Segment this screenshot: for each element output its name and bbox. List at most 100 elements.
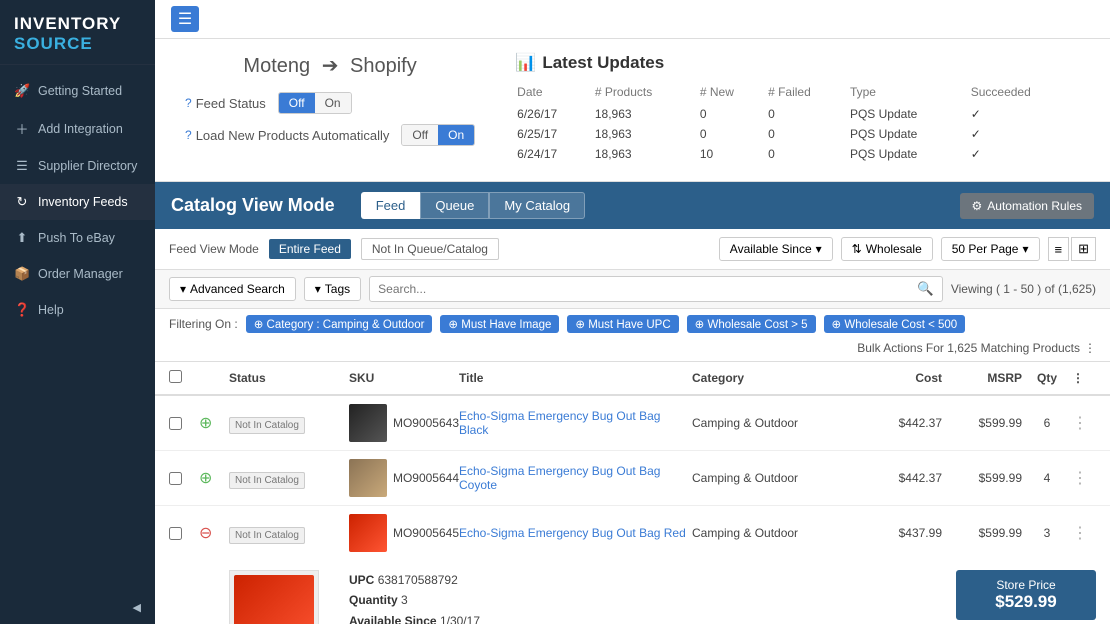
bulk-actions[interactable]: Bulk Actions For 1,625 Matching Products… [857,341,1096,355]
feed-status-label: ? Feed Status [185,96,266,111]
chevron-down-icon3: ▾ [180,282,186,296]
product-image-coyote [349,459,387,497]
load-on-btn[interactable]: On [438,125,474,145]
search-input[interactable] [370,277,909,301]
available-since-button[interactable]: Available Since ▾ [719,237,833,261]
feed-status-off-btn[interactable]: Off [279,93,315,113]
available-since-row: Available Since 1/30/17 [349,611,936,624]
three-dot-icon: ⋮ [1072,415,1088,432]
row1-status: Not In Catalog [229,416,349,431]
sidebar-item-inventory-feeds[interactable]: ↻ Inventory Feeds [0,184,155,220]
store-price-button[interactable]: Store Price $529.99 [956,570,1096,620]
help-circle-icon: ? [185,96,192,110]
row1-add-icon[interactable]: ⊕ [199,413,229,433]
update-new: 0 [700,105,766,123]
row3-title[interactable]: Echo-Sigma Emergency Bug Out Bag Red [459,526,692,540]
sidebar-item-add-integration[interactable]: ＋ Add Integration [0,109,155,148]
load-products-label: ? Load New Products Automatically [185,128,389,143]
row3-qty: 3 [1022,526,1072,540]
entire-feed-button[interactable]: Entire Feed [269,239,351,259]
row2-checkbox[interactable] [169,472,182,485]
plus-circle-icon: ⊕ [199,415,212,432]
plus-circle-icon2: ⊕ [199,470,212,487]
not-in-catalog-badge2: Not In Catalog [229,472,305,489]
row1-cost: $442.37 [852,416,942,430]
chevron-down-icon4: ▾ [315,282,321,296]
sidebar-collapse[interactable]: ◀ [0,591,155,624]
load-off-btn[interactable]: Off [402,125,438,145]
sidebar: INVENTORY SOURCE 🚀 Getting Started ＋ Add… [0,0,155,624]
list-icon: ☰ [14,158,30,174]
feed-status-toggle[interactable]: Off On [278,92,352,114]
grid-view-button[interactable]: ⊞ [1071,237,1096,261]
update-failed: 0 [768,145,848,163]
table-header: Status SKU Title Category Cost MSRP Qty … [155,362,1110,396]
row1-title[interactable]: Echo-Sigma Emergency Bug Out Bag Black [459,409,692,437]
sidebar-item-supplier-directory[interactable]: ☰ Supplier Directory [0,148,155,184]
update-row: 6/25/17 18,963 0 0 PQS Update ✓ [517,125,1078,143]
filter-tag-category[interactable]: ⊕ Category : Camping & Outdoor [246,315,433,333]
update-row: 6/26/17 18,963 0 0 PQS Update ✓ [517,105,1078,123]
catalog-tabs: Feed Queue My Catalog [361,192,585,219]
advanced-search-button[interactable]: ▾ Advanced Search [169,277,296,301]
per-page-button[interactable]: 50 Per Page ▾ [941,237,1040,261]
list-view-button[interactable]: ≡ [1048,237,1070,261]
row1-sku: MO9005643 [393,416,459,430]
menu-button[interactable]: ☰ [171,6,199,32]
not-in-queue-button[interactable]: Not In Queue/Catalog [361,238,499,260]
col-date: Date [517,83,593,103]
header-category: Category [692,371,852,385]
filter-bar: Feed View Mode Entire Feed Not In Queue/… [155,229,1110,270]
logo-line2: SOURCE [14,34,141,54]
ebay-icon: ⬆ [14,230,30,246]
not-in-catalog-badge: Not In Catalog [229,417,305,434]
catalog-tab-feed[interactable]: Feed [361,192,421,219]
wholesale-button[interactable]: ⇅ Wholesale [841,237,933,261]
sidebar-item-push-to-ebay[interactable]: ⬆ Push To eBay [0,220,155,256]
product-image-large-red [234,575,314,624]
search-input-wrap: 🔍 [369,276,943,302]
row2-menu[interactable]: ⋮ [1072,468,1096,488]
catalog-tab-queue[interactable]: Queue [420,192,489,219]
view-icons: ≡ ⊞ [1048,237,1097,261]
row3-checkbox[interactable] [169,527,182,540]
quantity-row: Quantity 3 [349,590,936,610]
sidebar-item-help[interactable]: ❓ Help [0,292,155,328]
row1-menu[interactable]: ⋮ [1072,413,1096,433]
filter-tag-cost-gt[interactable]: ⊕ Wholesale Cost > 5 [687,315,816,333]
row1-sku-wrap: MO9005643 [349,404,459,442]
row1-checkbox[interactable] [169,417,182,430]
sidebar-label-inventory-feeds: Inventory Feeds [38,195,128,209]
filter-tag-upc[interactable]: ⊕ Must Have UPC [567,315,678,333]
sidebar-item-getting-started[interactable]: 🚀 Getting Started [0,73,155,109]
update-succeeded: ✓ [971,125,1078,143]
sidebar-label-getting-started: Getting Started [38,84,122,98]
feed-status-on-btn[interactable]: On [315,93,351,113]
plus-icon: ＋ [14,119,30,138]
latest-updates: 📊 Latest Updates Date # Products # New #… [515,53,1080,165]
sidebar-label-order-manager: Order Manager [38,267,123,281]
automation-rules-button[interactable]: ⚙ Automation Rules [960,193,1094,219]
row3-menu[interactable]: ⋮ [1072,523,1096,543]
row2-title[interactable]: Echo-Sigma Emergency Bug Out Bag Coyote [459,464,692,492]
not-in-catalog-badge3: Not In Catalog [229,527,305,544]
col-new: # New [700,83,766,103]
three-dot-icon2: ⋮ [1072,470,1088,487]
select-all-checkbox[interactable] [169,370,182,383]
load-products-toggle[interactable]: Off On [401,124,475,146]
filter-tag-image[interactable]: ⊕ Must Have Image [440,315,559,333]
sidebar-item-order-manager[interactable]: 📦 Order Manager [0,256,155,292]
col-products: # Products [595,83,698,103]
latest-updates-title: 📊 Latest Updates [515,53,1080,73]
updates-table: Date # Products # New # Failed Type Succ… [515,81,1080,165]
search-go-button[interactable]: 🔍 [909,277,942,301]
row2-add-icon[interactable]: ⊕ [199,468,229,488]
row3-remove-icon[interactable]: ⊖ [199,523,229,543]
tags-button[interactable]: ▾ Tags [304,277,361,301]
update-succeeded: ✓ [971,105,1078,123]
chart-icon: 📊 [515,53,536,73]
catalog-tab-mycatalog[interactable]: My Catalog [489,192,585,219]
integration-title: Moteng ➔ Shopify [185,53,475,78]
update-date: 6/24/17 [517,145,593,163]
filter-tag-cost-lt[interactable]: ⊕ Wholesale Cost < 500 [824,315,966,333]
